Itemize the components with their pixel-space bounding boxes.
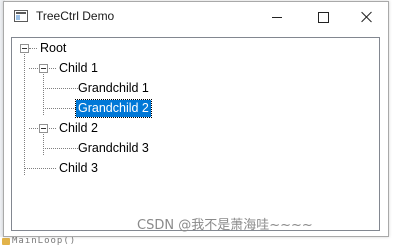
maximize-button[interactable] [300,2,346,32]
background-file-icon [2,238,10,245]
app-window-icon [14,10,28,22]
collapse-toggle-root[interactable] [20,44,29,53]
tree-node-grandchild-1[interactable]: Grandchild 1 [76,80,151,97]
tree-connector [43,108,78,109]
tree-connector [43,148,78,149]
app-window: TreeCtrl Demo Root Child 1 Grandchild 1 … [3,1,389,237]
minimize-button[interactable] [254,2,300,32]
maximize-icon [317,11,329,23]
tree-node-child-1[interactable]: Child 1 [57,60,100,77]
tree-connector [29,48,37,49]
tree-node-child-3[interactable]: Child 3 [57,160,100,177]
collapse-toggle-child-2[interactable] [39,124,48,133]
tree-node-grandchild-2[interactable]: Grandchild 2 [75,99,152,118]
tree-control[interactable]: Root Child 1 Grandchild 1 Grandchild 2 C… [11,37,380,231]
close-icon [361,11,373,23]
collapse-toggle-child-1[interactable] [39,64,48,73]
minimize-icon [272,16,282,18]
tree-node-root[interactable]: Root [38,40,68,57]
close-button[interactable] [344,2,390,32]
watermark-text: CSDN @我不是萧海哇~~~~ [137,218,313,233]
tree-connector [24,168,56,169]
tree-connector [24,52,25,175]
tree-node-grandchild-3[interactable]: Grandchild 3 [76,140,151,157]
tree-connector [43,132,44,155]
tree-connector [43,88,78,89]
tree-node-child-2[interactable]: Child 2 [57,120,100,137]
title-bar[interactable]: TreeCtrl Demo [4,2,388,32]
window-title: TreeCtrl Demo [36,9,115,23]
